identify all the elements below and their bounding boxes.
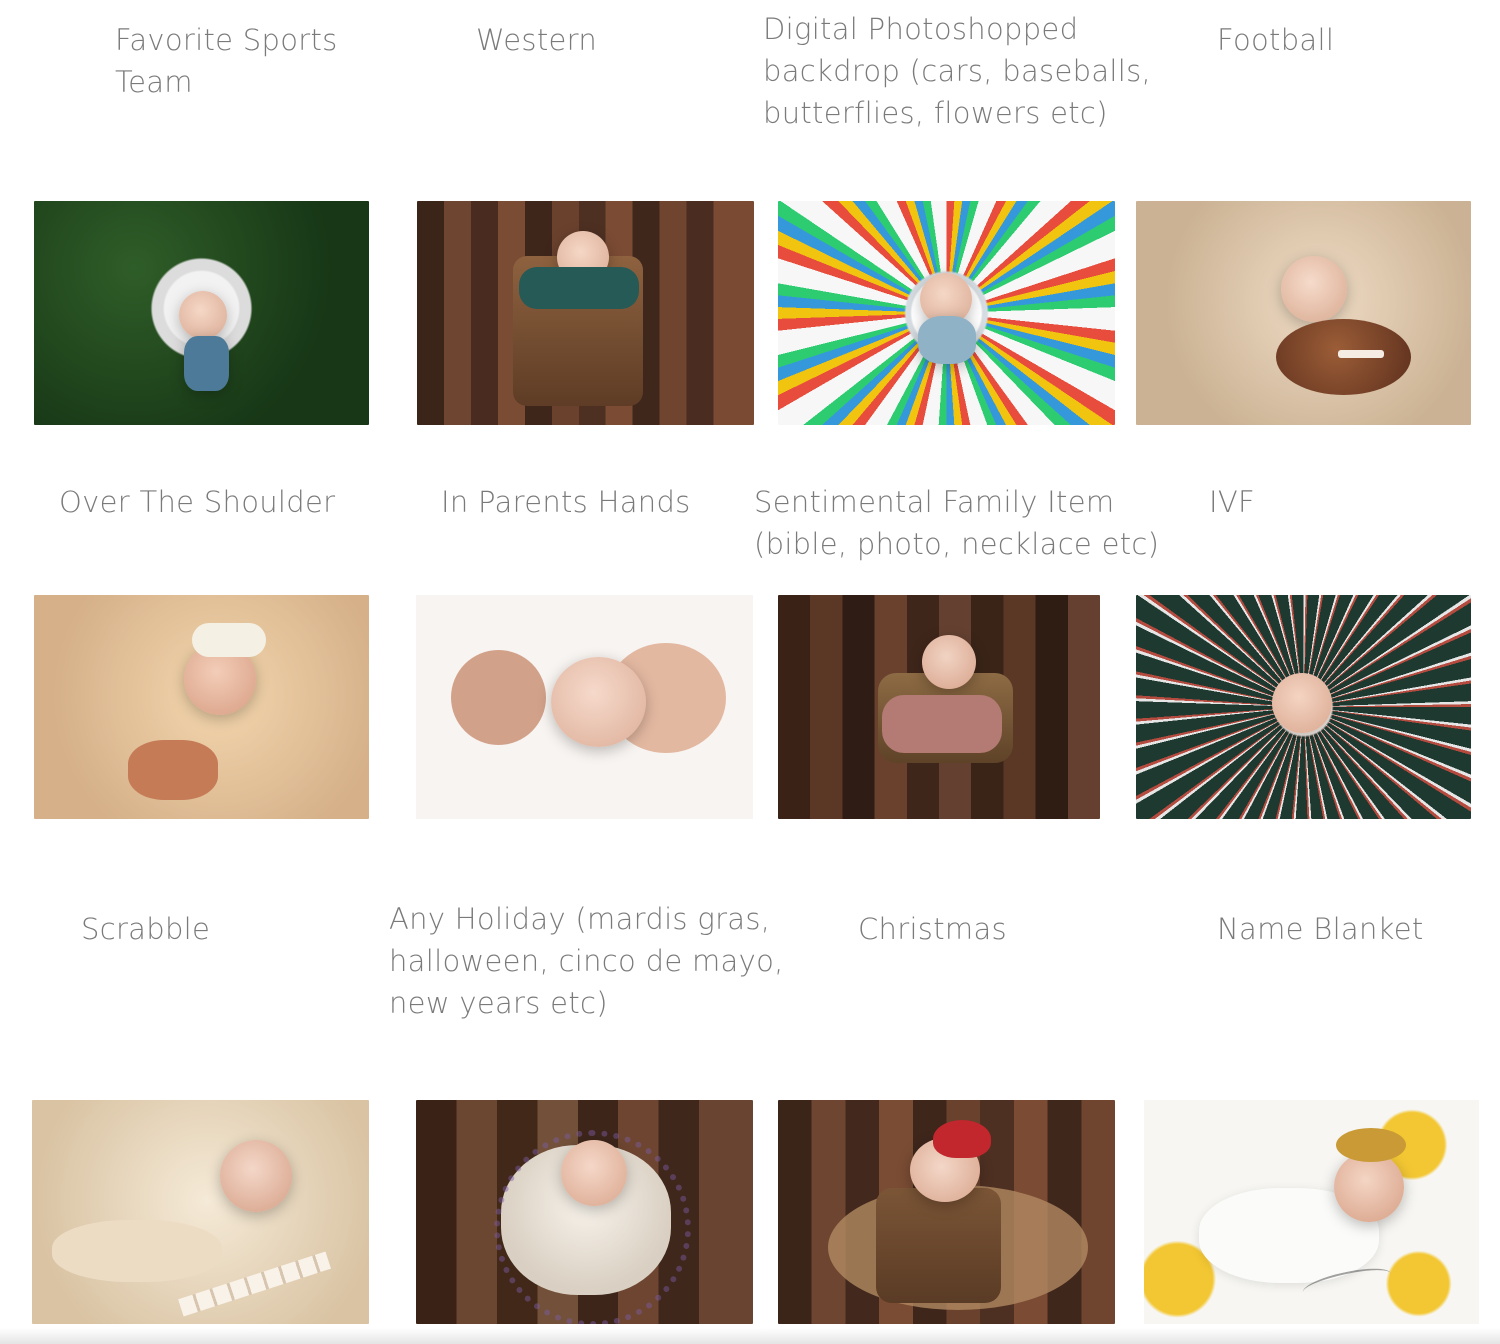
caption-western: Western: [476, 23, 598, 57]
gold-bow: [1336, 1128, 1406, 1162]
caption-scrabble: Scrabble: [81, 912, 211, 946]
photo-over-the-shoulder[interactable]: [34, 595, 369, 819]
baby-face: [220, 1140, 292, 1212]
baby-body: [551, 657, 646, 747]
caption-ivf: IVF: [1209, 485, 1255, 519]
red-hat: [933, 1120, 991, 1158]
wooden-bucket: [876, 1188, 1001, 1303]
photo-western[interactable]: [417, 201, 754, 425]
flower-headband: [192, 623, 266, 657]
photo-in-parents-hands[interactable]: [416, 595, 753, 819]
photo-football[interactable]: [1136, 201, 1471, 425]
photo-digital-photoshopped-backdrop[interactable]: [778, 201, 1115, 425]
parent-hand-left: [451, 650, 546, 745]
baby-face: [1334, 1152, 1404, 1222]
baby-face: [1281, 256, 1347, 322]
photo-sentimental-family-item[interactable]: [778, 595, 1100, 819]
photo-name-blanket[interactable]: [1144, 1100, 1479, 1324]
photo-favorite-sports-team[interactable]: [34, 201, 369, 425]
photo-ivf[interactable]: [1136, 595, 1471, 819]
baby-face: [1272, 673, 1332, 733]
photo-scrabble[interactable]: [32, 1100, 369, 1324]
caption-christmas: Christmas: [858, 912, 1007, 946]
photo-any-holiday[interactable]: [416, 1100, 753, 1324]
blue-wrap: [918, 316, 976, 364]
pink-wrap: [882, 695, 1002, 753]
photo-christmas[interactable]: [778, 1100, 1115, 1324]
blanket-wrap: [52, 1220, 222, 1282]
caption-name-blanket: Name Blanket: [1217, 912, 1424, 946]
caption-over-the-shoulder: Over The Shoulder: [59, 485, 336, 519]
bow-dress: [128, 740, 218, 800]
caption-football: Football: [1217, 23, 1335, 57]
caption-favorite-sports-team: Favorite Sports Team: [115, 23, 338, 99]
caption-in-parents-hands: In Parents Hands: [441, 485, 691, 519]
blue-wrap: [184, 336, 229, 391]
caption-digital-backdrop: Digital Photoshopped backdrop (cars, bas…: [763, 12, 1152, 130]
caption-sentimental-family-item: Sentimental Family Item (bible, photo, n…: [754, 485, 1160, 561]
mardi-gras-beads: [494, 1130, 691, 1324]
caption-any-holiday: Any Holiday (mardis gras, halloween, cin…: [389, 902, 784, 1020]
baby-face: [179, 291, 227, 339]
page-bottom-shadow: [0, 1328, 1500, 1344]
football-prop: [1276, 319, 1411, 395]
teal-blanket: [519, 267, 639, 309]
baby-face: [922, 635, 976, 689]
